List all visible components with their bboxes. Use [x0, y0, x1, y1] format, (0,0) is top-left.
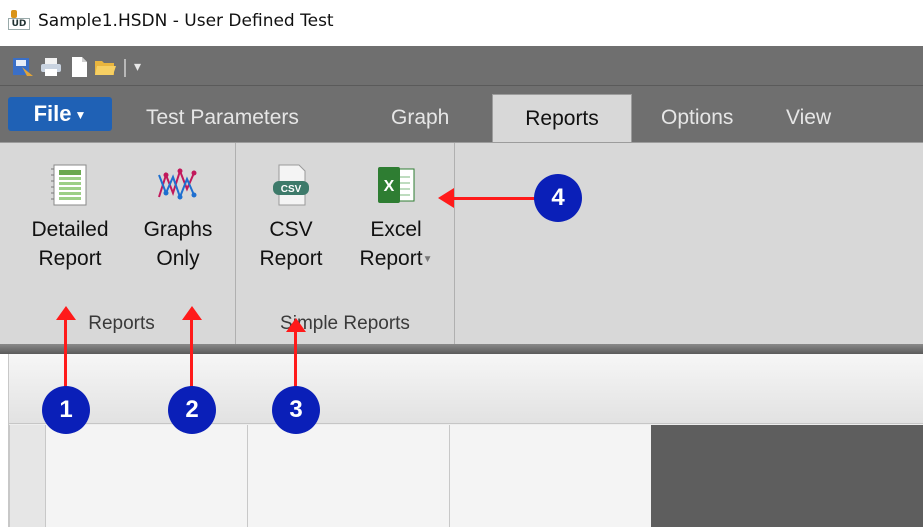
- csv-report-button[interactable]: CSV CSV Report: [241, 163, 341, 273]
- grid-panel-1[interactable]: [45, 425, 247, 527]
- tab-options[interactable]: Options: [661, 94, 733, 142]
- annotation-arrow-1: [64, 318, 67, 388]
- annotation-badge-1: 1: [42, 386, 90, 434]
- annotation-arrow-4: [452, 197, 536, 200]
- arrow-head-1: [56, 306, 76, 320]
- annotation-arrow-2: [190, 318, 193, 388]
- excel-report-label-1: Excel: [370, 218, 422, 241]
- print-icon[interactable]: [40, 57, 62, 77]
- report-save-icon[interactable]: [12, 57, 34, 77]
- grid-panel-3[interactable]: [449, 425, 651, 527]
- excel-report-label-2-row: Report▼: [341, 244, 451, 274]
- ribbon-divider: [0, 344, 923, 354]
- app-window: UD Sample1.HSDN - User Defined Test ▾ Fi…: [0, 0, 923, 527]
- annotation-badge-4: 4: [534, 174, 582, 222]
- arrow-head-3: [286, 318, 306, 332]
- simple-reports-group-label: Simple Reports: [280, 313, 410, 334]
- annotation-arrow-3: [294, 330, 297, 388]
- tab-graph[interactable]: Graph: [391, 94, 449, 142]
- tab-file[interactable]: File ▼: [8, 97, 112, 131]
- detailed-report-label-2: Report: [38, 247, 102, 270]
- dropdown-arrow-icon[interactable]: ▼: [423, 254, 433, 265]
- csv-report-label-1: CSV: [269, 218, 313, 241]
- customize-toolbar-icon[interactable]: ▾: [134, 58, 141, 75]
- quick-access-toolbar: ▾: [0, 46, 923, 86]
- graphs-only-label-1: Graphs: [143, 218, 213, 241]
- ribbon-panel: Detailed Report Graphs Only Reports CSV …: [0, 142, 923, 345]
- arrow-head-4: [438, 188, 454, 208]
- title-bar: UD Sample1.HSDN - User Defined Test: [0, 0, 923, 46]
- arrow-head-2: [182, 306, 202, 320]
- document-header-bar: [9, 354, 923, 424]
- excel-report-label-2: Report: [359, 247, 423, 270]
- excel-icon: X: [374, 163, 418, 207]
- open-folder-icon[interactable]: [94, 57, 116, 77]
- chevron-down-icon: ▼: [74, 108, 87, 123]
- document-area: [8, 354, 923, 527]
- tab-file-label: File: [33, 101, 72, 126]
- simple-reports-group: CSV CSV Report X Excel Report▼ Simple Re…: [236, 143, 455, 345]
- tab-test-parameters[interactable]: Test Parameters: [146, 94, 299, 142]
- annotation-badge-2: 2: [168, 386, 216, 434]
- grid-panel-2[interactable]: [247, 425, 449, 527]
- tab-reports[interactable]: Reports: [492, 94, 632, 142]
- excel-report-button[interactable]: X Excel Report▼: [341, 163, 451, 274]
- csv-report-label-2: Report: [259, 247, 323, 270]
- toolbar-separator: [124, 59, 126, 77]
- left-gutter: [9, 425, 45, 527]
- window-title: Sample1.HSDN - User Defined Test: [38, 11, 334, 31]
- ribbon-tab-bar: File ▼ Test Parameters Graph Reports Opti…: [0, 86, 923, 142]
- app-icon: UD: [8, 10, 30, 32]
- detailed-report-icon: [48, 163, 92, 207]
- annotation-badge-3: 3: [272, 386, 320, 434]
- dark-workspace-area: [651, 425, 923, 527]
- tab-view[interactable]: View: [786, 94, 831, 142]
- detailed-report-button[interactable]: Detailed Report: [8, 163, 132, 273]
- csv-icon-text: CSV: [281, 184, 302, 195]
- new-document-icon[interactable]: [68, 57, 90, 77]
- graphs-only-icon: [156, 163, 200, 207]
- graphs-only-label-2: Only: [156, 247, 200, 270]
- svg-text:X: X: [384, 178, 395, 195]
- csv-file-icon: CSV: [269, 163, 313, 207]
- detailed-report-label-1: Detailed: [31, 218, 109, 241]
- graphs-only-button[interactable]: Graphs Only: [124, 163, 232, 273]
